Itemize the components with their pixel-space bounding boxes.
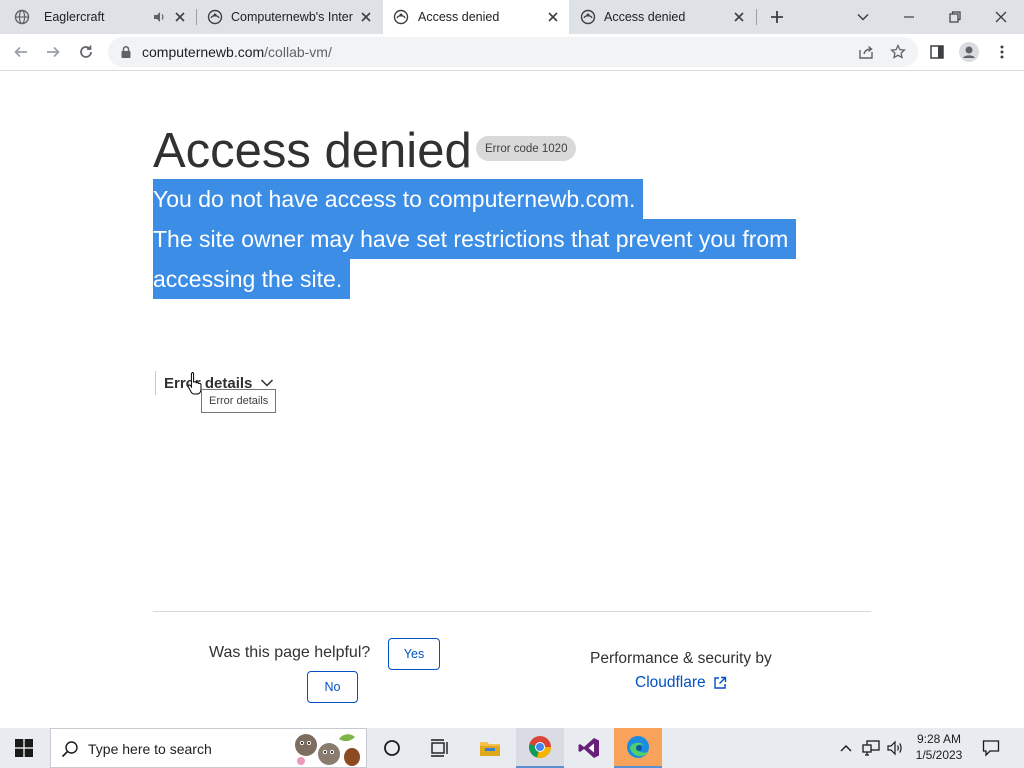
- tab-eaglercraft[interactable]: Eaglercraft: [0, 0, 195, 34]
- new-tab-button[interactable]: [766, 6, 788, 28]
- tooltip: Error details: [201, 389, 277, 413]
- selected-text-line: accessing the site.: [153, 259, 351, 299]
- taskbar-edge[interactable]: [614, 728, 662, 768]
- close-icon[interactable]: [546, 10, 560, 24]
- plus-icon: [771, 11, 783, 23]
- chevron-up-icon: [840, 745, 852, 752]
- speaker-icon: [887, 740, 902, 756]
- chrome-icon: [529, 736, 551, 758]
- cloudflare-link[interactable]: Cloudflare: [635, 674, 727, 692]
- share-icon[interactable]: [858, 44, 874, 60]
- profile-button[interactable]: [958, 41, 980, 63]
- star-icon[interactable]: [890, 44, 906, 60]
- error-code-badge: Error code 1020: [476, 136, 577, 161]
- url-host: computernewb.com: [142, 44, 265, 60]
- close-icon[interactable]: [732, 10, 746, 24]
- performance-label: Performance & security by: [590, 650, 772, 667]
- search-icon: [61, 741, 78, 758]
- minimize-button[interactable]: [898, 6, 920, 28]
- volume-button[interactable]: [884, 728, 906, 768]
- tab-title: Access denied: [418, 10, 500, 24]
- tab-computernewb[interactable]: Computernewb's Intern: [197, 0, 381, 34]
- side-panel-icon: [930, 45, 944, 59]
- taskbar-file-explorer[interactable]: [468, 728, 512, 768]
- taskbar-chrome[interactable]: [516, 728, 564, 768]
- clock-date: 1/5/2023: [915, 748, 963, 762]
- search-placeholder: Type here to search: [88, 741, 212, 757]
- yes-button[interactable]: Yes: [388, 638, 440, 670]
- network-button[interactable]: [860, 728, 882, 768]
- tab-access-denied-active[interactable]: Access denied: [383, 0, 569, 34]
- edge-icon: [627, 736, 649, 758]
- browser-toolbar: computernewb.com/collab-vm/: [0, 34, 1024, 71]
- taskbar: Type here to search 9:28 AM 1/5/2023: [0, 728, 1024, 768]
- clock-time: 9:28 AM: [916, 732, 962, 746]
- minimize-icon: [904, 16, 914, 18]
- system-clock[interactable]: 9:28 AM 1/5/2023: [908, 731, 970, 763]
- close-icon[interactable]: [359, 10, 373, 24]
- globe-icon: [14, 9, 30, 25]
- task-view-icon: [431, 739, 448, 757]
- cloudflare-shield-icon: [207, 9, 223, 25]
- cortana-icon: [384, 740, 400, 756]
- close-icon[interactable]: [173, 10, 187, 24]
- reload-icon: [80, 45, 92, 58]
- search-highlight-illustration: [295, 734, 360, 766]
- lock-icon[interactable]: [120, 45, 132, 59]
- no-button[interactable]: No: [307, 671, 358, 703]
- visual-studio-icon: [578, 738, 599, 758]
- chevron-down-icon: [857, 13, 869, 21]
- more-vert-icon: [1000, 45, 1004, 59]
- tab-title: Eaglercraft: [44, 10, 105, 24]
- start-button[interactable]: [0, 728, 48, 768]
- avatar-icon: [959, 42, 979, 62]
- windows-icon: [15, 739, 33, 757]
- restore-icon: [949, 11, 961, 23]
- cloudflare-shield-icon: [580, 9, 596, 25]
- tab-access-denied[interactable]: Access denied: [570, 0, 756, 34]
- network-icon: [862, 740, 880, 756]
- tab-title: Access denied: [604, 10, 686, 24]
- task-view-button[interactable]: [420, 728, 460, 768]
- tab-title: Computernewb's Intern: [231, 10, 353, 24]
- tab-strip: Eaglercraft Computernewb's Intern Access…: [0, 0, 1024, 34]
- tab-search-button[interactable]: [852, 6, 874, 28]
- reload-button[interactable]: [75, 41, 97, 63]
- selected-text-line: You do not have access to computernewb.c…: [153, 179, 644, 219]
- side-panel-button[interactable]: [926, 41, 948, 63]
- back-button[interactable]: [10, 41, 32, 63]
- chevron-down-icon: [261, 379, 274, 387]
- external-link-icon: [713, 676, 726, 689]
- arrow-left-icon: [14, 46, 27, 58]
- cloudflare-shield-icon: [393, 9, 409, 25]
- divider: [153, 611, 871, 612]
- address-bar[interactable]: computernewb.com/collab-vm/: [108, 37, 918, 67]
- close-window-button[interactable]: [990, 6, 1012, 28]
- task-view-cortana-button[interactable]: [372, 728, 412, 768]
- restore-button[interactable]: [944, 6, 966, 28]
- url-text: computernewb.com/collab-vm/: [142, 44, 332, 60]
- speaker-icon[interactable]: [152, 10, 166, 24]
- helpful-question: Was this page helpful?: [209, 644, 371, 661]
- show-hidden-icons-button[interactable]: [836, 728, 856, 768]
- forward-button[interactable]: [42, 41, 64, 63]
- tab-separator: [756, 9, 757, 25]
- menu-button[interactable]: [991, 41, 1013, 63]
- notification-icon: [982, 740, 1000, 757]
- arrow-right-icon: [47, 46, 60, 58]
- folder-icon: [480, 742, 500, 756]
- action-center-button[interactable]: [978, 728, 1004, 768]
- page-content: Access denied Error code 1020 You do not…: [0, 71, 1024, 728]
- cloudflare-link-text: Cloudflare: [635, 674, 706, 691]
- close-icon: [995, 11, 1007, 23]
- taskbar-visual-studio[interactable]: [566, 728, 612, 768]
- page-title: Access denied: [153, 124, 472, 178]
- url-path: /collab-vm/: [264, 44, 332, 60]
- taskbar-search[interactable]: Type here to search: [50, 728, 367, 768]
- selected-text-line: The site owner may have set restrictions…: [153, 219, 797, 259]
